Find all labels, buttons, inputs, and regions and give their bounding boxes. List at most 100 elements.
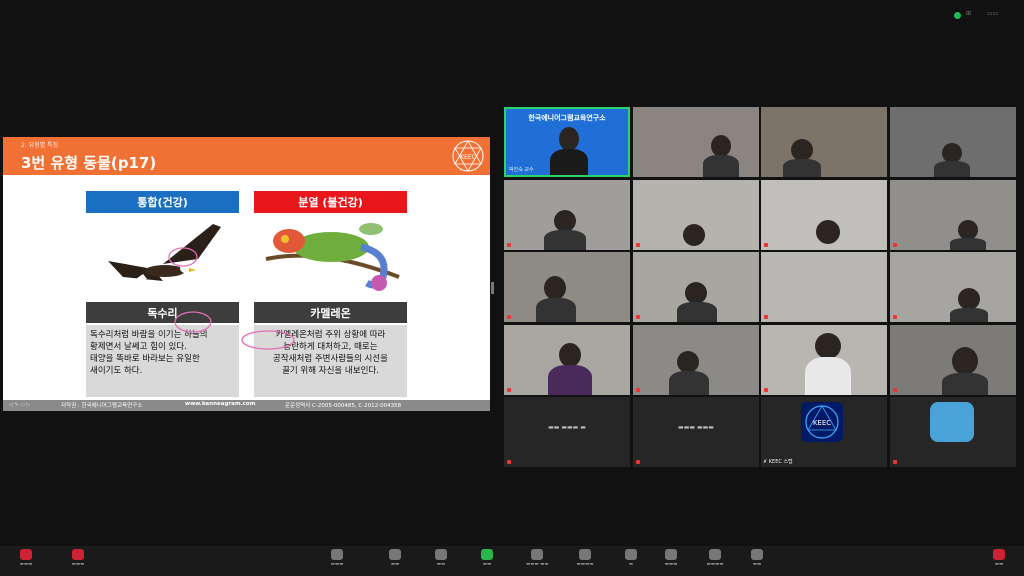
participant-tile[interactable] — [633, 107, 759, 177]
chameleon-image — [265, 223, 400, 291]
view-toggle-icon[interactable]: ⊞ — [966, 10, 971, 17]
eagle-label: 독수리 — [86, 302, 239, 323]
share-screen-button[interactable]: ▬▬ — [476, 549, 498, 567]
muted-icon — [636, 315, 640, 319]
participants-button[interactable]: ▬▬▬ — [326, 549, 348, 567]
participant-tile[interactable] — [761, 252, 887, 322]
breakout-icon — [709, 549, 721, 560]
slide-title: 3번 유형 동물(p17) — [21, 154, 157, 172]
host-video-tile[interactable]: 한국에니어그램교육연구소 박진숙 교수 — [504, 107, 630, 177]
chameleon-label: 카멜레온 — [254, 302, 407, 323]
apps-button[interactable]: ▬ — [620, 549, 642, 567]
record-button[interactable]: ▬▬▬▬ — [574, 549, 596, 567]
record-icon — [579, 549, 591, 560]
host-avatar — [559, 127, 579, 151]
desc-line: 새이기도 하다. — [90, 366, 143, 376]
microphone-muted-icon — [20, 549, 32, 560]
muted-icon — [764, 315, 768, 319]
breakout-button[interactable]: ▬▬▬▬ — [704, 549, 726, 567]
desc-line: 태양을 똑바로 바라보는 유일한 — [90, 354, 200, 364]
keec-staff-tile[interactable]: KEEC ✗ KEEC 스텝 — [761, 397, 887, 467]
muted-icon — [893, 388, 897, 392]
leave-button[interactable]: ▬▬ — [988, 549, 1010, 567]
connection-status-icon — [954, 12, 961, 19]
host-name: 박진숙 교수 — [509, 167, 534, 173]
healthy-heading: 통합(건강) — [86, 191, 239, 213]
share-screen-icon — [481, 549, 493, 560]
apps-icon — [625, 549, 637, 560]
participant-tile[interactable] — [761, 325, 887, 395]
participant-tile[interactable] — [761, 107, 887, 177]
copyright-text: 저작권 : 한국에니어그램교육연구소 — [61, 403, 143, 409]
slide-nav-icons[interactable]: ◁ ✎ ▭ ▷ — [9, 402, 30, 408]
more-button[interactable]: ▬▬ — [746, 549, 768, 567]
registration-text: 운운정역사 C-2005-000485, C-2012-004358 — [285, 403, 402, 409]
participant-tile[interactable] — [504, 180, 630, 250]
video-off-icon — [72, 549, 84, 560]
muted-icon — [507, 315, 511, 319]
participant-tile-video-off[interactable]: ▬▬▬ ▬▬▬ — [633, 397, 759, 467]
emoji-avatar-icon — [930, 402, 974, 442]
website-text: www.kenneagram.com — [185, 401, 256, 407]
enneagram-logo-icon: KEEC — [452, 140, 484, 172]
eagle-description: 독수리처럼 바람을 이기는 하늘의 황제면서 날쎄고 힘이 있다. 태양을 똑바… — [86, 325, 239, 397]
participant-tile[interactable] — [633, 252, 759, 322]
chat-icon — [389, 549, 401, 560]
desc-line: 공작새처럼 주변사람들의 시선을 — [273, 354, 388, 364]
panel-resize-handle[interactable] — [491, 282, 494, 294]
desc-line: 독수리처럼 바람을 이기는 하늘의 — [90, 330, 208, 340]
participant-tile[interactable] — [890, 252, 1016, 322]
shared-screen-slide: 2. 유형별 특징 3번 유형 동물(p17) KEEC 통합(건강) 분열 (… — [3, 137, 490, 411]
participant-tile[interactable] — [890, 107, 1016, 177]
participant-tile[interactable] — [633, 180, 759, 250]
annotation-overlay — [174, 311, 295, 350]
muted-icon — [764, 388, 768, 392]
meeting-toolbar: ▬▬▬ ▬▬▬ ▬▬▬ ▬▬ ▬▬ ▬▬ ▬▬▬ ▬▬ ▬▬▬▬ ▬ ▬▬▬ ▬… — [0, 546, 1024, 576]
annotate-button[interactable]: ▬▬▬ ▬▬ — [526, 549, 549, 567]
participant-gallery: 한국에니어그램교육연구소 박진숙 교수 ▬▬ ▬▬▬ ▬ ▬▬▬ ▬▬▬ KEE… — [504, 107, 1016, 467]
video-button[interactable]: ▬▬▬ — [67, 549, 89, 567]
participant-tile[interactable] — [633, 325, 759, 395]
muted-icon — [507, 243, 511, 247]
participant-tile[interactable] — [504, 252, 630, 322]
muted-icon — [893, 460, 897, 464]
keec-staff-name: ✗ KEEC 스텝 — [763, 459, 793, 465]
desc-line: 황제면서 날쎄고 힘이 있다. — [90, 342, 187, 352]
chat-button[interactable]: ▬▬ — [384, 549, 406, 567]
participant-tile[interactable] — [504, 325, 630, 395]
eagle-image — [108, 224, 221, 281]
slide-footer: ◁ ✎ ▭ ▷ 저작권 : 한국에니어그램교육연구소 www.kenneagra… — [3, 400, 490, 411]
muted-icon — [507, 388, 511, 392]
participants-icon — [331, 549, 343, 560]
view-mode-icon[interactable]: ▭▭ — [987, 10, 998, 17]
whiteboard-button[interactable]: ▬▬▬ — [660, 549, 682, 567]
participant-tile[interactable] — [890, 180, 1016, 250]
desc-line: 끌기 위해 자신을 내보인다. — [282, 366, 379, 376]
muted-icon — [636, 388, 640, 392]
host-org-label: 한국에니어그램교육연구소 — [528, 114, 606, 122]
desc-line: 능란하게 대처하고, 때로는 — [283, 342, 378, 352]
participant-tile-avatar[interactable] — [890, 397, 1016, 467]
muted-icon — [507, 460, 511, 464]
reactions-icon — [435, 549, 447, 560]
muted-icon — [893, 315, 897, 319]
logo-text: KEEC — [460, 154, 476, 161]
annotate-icon — [531, 549, 543, 560]
whiteboard-icon — [665, 549, 677, 560]
participant-name-placeholder: ▬▬▬ ▬▬▬ — [678, 424, 714, 431]
keec-logo-text: KEEC — [813, 419, 831, 427]
more-icon — [751, 549, 763, 560]
slide-section: 2. 유형별 특징 — [21, 142, 59, 149]
keec-logo-icon: KEEC — [801, 402, 843, 442]
muted-icon — [893, 243, 897, 247]
muted-icon — [636, 243, 640, 247]
reactions-button[interactable]: ▬▬ — [430, 549, 452, 567]
unhealthy-heading: 분열 (불건강) — [254, 191, 407, 213]
chameleon-description: 카멜레온처럼 주위 상황에 따라 능란하게 대처하고, 때로는 공작새처럼 주변… — [254, 325, 407, 397]
mute-button[interactable]: ▬▬▬ — [15, 549, 37, 567]
desc-line: 카멜레온처럼 주위 상황에 따라 — [275, 330, 386, 340]
participant-tile[interactable] — [890, 325, 1016, 395]
participant-tile-video-off[interactable]: ▬▬ ▬▬▬ ▬ — [504, 397, 630, 467]
participant-tile[interactable] — [761, 180, 887, 250]
window-top-bar: ⊞ ▭▭ — [0, 0, 1024, 30]
